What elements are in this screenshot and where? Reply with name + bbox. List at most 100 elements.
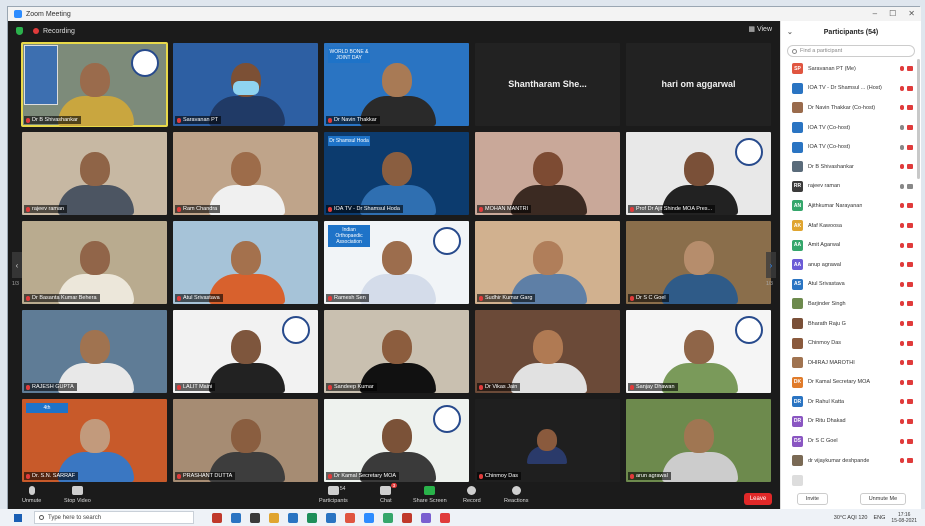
microphone-muted-icon [900, 340, 904, 346]
leave-button[interactable]: Leave [744, 493, 772, 505]
maximize-button[interactable]: ☐ [889, 9, 896, 18]
video-tile[interactable]: Indian Orthopaedic Association Ramesh Sen [324, 221, 469, 304]
participant-row[interactable]: Dr Navin Thakkar (Co-host) [781, 98, 922, 118]
taskbar-app-icon[interactable] [440, 512, 450, 523]
participant-row[interactable]: dr vijaykumar deshpande [781, 451, 922, 471]
video-tile[interactable]: Sudhir Kumar Garg [475, 221, 620, 304]
video-tile[interactable]: Shantharam She... [475, 43, 620, 126]
participant-row[interactable]: AN Ajithkumar Narayanan [781, 196, 922, 216]
video-tile[interactable]: Saravanan PT [173, 43, 318, 126]
invite-button[interactable]: Invite [796, 493, 828, 505]
windows-start-button[interactable] [10, 509, 26, 526]
chat-badge: 3 [390, 483, 398, 488]
participant-row[interactable]: AK Afaf Kawoosa [781, 216, 922, 236]
chevron-down-icon[interactable]: ⌄ [787, 28, 793, 36]
video-tile[interactable]: Sanjay Dhawan [626, 310, 771, 393]
participant-row[interactable]: RR rajeev raman [781, 177, 922, 197]
taskbar-search-input[interactable]: Type here to search [34, 511, 194, 524]
taskbar-app-icon[interactable] [421, 512, 431, 523]
clock[interactable]: 17:16 15-08-2021 [891, 512, 917, 524]
participant-row[interactable]: Dr B Shivashankar [781, 157, 922, 177]
participant-list-name: IOA TV - Dr Shamsul ... (Host) [808, 85, 882, 92]
organization-logo-icon [735, 138, 763, 166]
participant-row[interactable]: DR Dr Rahul Katta [781, 392, 922, 412]
language-indicator[interactable]: ENG [874, 515, 886, 521]
participant-list-scrollbar[interactable] [917, 59, 920, 179]
tile-name-label: Dr Basanta Kumar Behera [24, 294, 100, 302]
minimize-button[interactable]: – [873, 9, 877, 18]
video-tile[interactable]: Dr Vikas Jain [475, 310, 620, 393]
participant-row[interactable]: Bharath Raju G [781, 314, 922, 334]
video-tile[interactable]: MOHAN MANTRI [475, 132, 620, 215]
close-button[interactable]: ✕ [908, 9, 915, 18]
video-tile[interactable]: Dr B Shivashankar [21, 42, 168, 127]
prev-page-button[interactable]: ‹ [12, 252, 22, 278]
participant-row[interactable]: IOA TV - Dr Shamsul ... (Host) [781, 79, 922, 99]
participant-row[interactable]: DHIRAJ MAROTHI [781, 353, 922, 373]
video-tile[interactable]: 4th Dr. S.N. SARRAF [22, 399, 167, 482]
taskbar-app-icon[interactable] [269, 512, 279, 523]
avatar: RR [792, 180, 803, 192]
taskbar-app-icon[interactable] [212, 512, 222, 523]
share-screen-button[interactable]: Share Screen [413, 486, 447, 504]
video-tile[interactable]: LALIT Maini [173, 310, 318, 393]
record-button[interactable]: Record [463, 486, 481, 504]
person-face [533, 152, 563, 186]
video-tile[interactable]: hari om aggarwal [626, 43, 771, 126]
taskbar-app-icon[interactable] [364, 512, 374, 523]
taskbar-app-icon[interactable] [288, 512, 298, 523]
unmute-me-button[interactable]: Unmute Me [859, 493, 907, 505]
taskbar-app-icon[interactable] [345, 512, 355, 523]
participant-row[interactable]: Barjinder Singh [781, 294, 922, 314]
participant-row[interactable]: Chinmoy Das [781, 333, 922, 353]
participant-row[interactable] [781, 470, 922, 487]
view-button[interactable]: ▦ View [748, 25, 772, 33]
taskbar-app-icon[interactable] [307, 512, 317, 523]
stop-video-button[interactable]: Stop Video [64, 486, 91, 504]
participant-row[interactable]: IOA TV (Co-host) [781, 137, 922, 157]
reactions-button[interactable]: Reactions [504, 486, 528, 504]
next-page-button[interactable]: › [766, 252, 776, 278]
video-tile[interactable]: rajeev raman [22, 132, 167, 215]
taskbar-app-icon[interactable] [402, 512, 412, 523]
taskbar-app-icon[interactable] [383, 512, 393, 523]
video-tile[interactable]: RAJESH GUPTA [22, 310, 167, 393]
participant-row[interactable]: DK Dr Kamal Secretary MOA [781, 373, 922, 393]
participant-row[interactable]: AS Atul Srivastava [781, 275, 922, 295]
video-tile[interactable]: Sandeep Kumar [324, 310, 469, 393]
avatar: DK [792, 376, 803, 388]
video-tile[interactable]: Chinmoy Das [475, 399, 620, 482]
video-tile[interactable]: PRASHANT DUTTA [173, 399, 318, 482]
video-tile[interactable]: WORLD BONE & JOINT DAY Dr Navin Thakkar [324, 43, 469, 126]
video-tile[interactable]: Ram Chandra [173, 132, 318, 215]
video-tile[interactable]: Dr Shamsul Hoda IOA TV - Dr Shamsul Hoda [324, 132, 469, 215]
participant-row[interactable]: SP Saravanan PT (Me) [781, 59, 922, 79]
taskbar-app-icon[interactable] [231, 512, 241, 523]
participant-list-name: anup agrawal [808, 261, 842, 268]
unmute-button[interactable]: Unmute [22, 486, 41, 504]
participants-button[interactable]: 54 Participants [319, 486, 348, 504]
video-tile[interactable]: Dr Basanta Kumar Behera [22, 221, 167, 304]
participant-row[interactable]: AA Amit Agarwal [781, 235, 922, 255]
tile-name-label: IOA TV - Dr Shamsul Hoda [326, 205, 403, 213]
video-tile[interactable]: Dr S C Goel [626, 221, 771, 304]
participant-row[interactable]: IOA TV (Co-host) [781, 118, 922, 138]
organization-logo-icon [282, 316, 310, 344]
participant-row[interactable]: DR Dr Ritu Dhakad [781, 412, 922, 432]
avatar [792, 102, 803, 114]
participant-name: LALIT Maini [183, 384, 213, 390]
chat-button[interactable]: 3 Chat [380, 483, 398, 504]
participant-row[interactable]: AA anup agrawal [781, 255, 922, 275]
video-tile[interactable]: Atul Srivastava [173, 221, 318, 304]
participant-row[interactable]: DS Dr S C Goel [781, 431, 922, 451]
tile-name-label: LALIT Maini [175, 383, 216, 391]
participant-list-name: Bharath Raju G [808, 320, 846, 327]
participant-name: Chinmoy Das [485, 473, 519, 479]
taskbar-app-icon[interactable] [326, 512, 336, 523]
taskbar-app-icon[interactable] [250, 512, 260, 523]
video-tile[interactable]: arun agrawal [626, 399, 771, 482]
participant-search-input[interactable]: Find a participant [787, 45, 915, 57]
video-tile[interactable]: Prof Dr Ajit Shinde MOA Pres... [626, 132, 771, 215]
shield-icon[interactable] [16, 27, 23, 35]
video-tile[interactable]: Dr Kamal Secretary MOA [324, 399, 469, 482]
